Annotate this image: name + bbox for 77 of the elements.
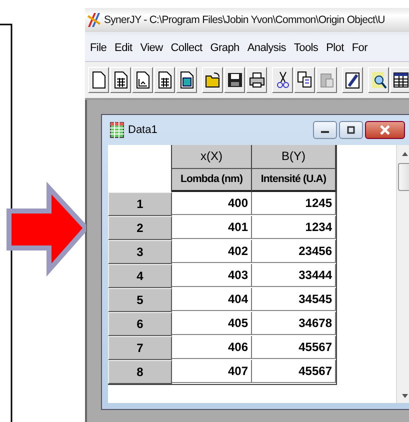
printer-icon bbox=[248, 71, 264, 89]
menu-item[interactable]: Collect bbox=[170, 42, 202, 54]
toolbar-button[interactable] bbox=[294, 67, 315, 93]
toolbar-button[interactable] bbox=[368, 67, 389, 93]
menu-item[interactable]: Edit bbox=[114, 42, 132, 54]
row-header[interactable]: 2 bbox=[108, 216, 172, 240]
table-icon bbox=[392, 71, 408, 89]
page-icon bbox=[90, 71, 106, 89]
menu-item[interactable]: Plot bbox=[326, 42, 344, 54]
scroll-up-icon[interactable] bbox=[401, 151, 409, 157]
menu-item[interactable]: Analysis bbox=[247, 42, 286, 54]
column-label: Intensité (U.A) bbox=[252, 169, 336, 192]
table-cell: 1245 bbox=[252, 192, 336, 215]
row-header[interactable]: 7 bbox=[108, 336, 172, 360]
restore-icon bbox=[346, 125, 356, 135]
toolbar-button[interactable] bbox=[224, 67, 245, 93]
row-header[interactable]: 4 bbox=[108, 264, 172, 288]
toolbar-button[interactable] bbox=[88, 67, 109, 93]
menu-item[interactable]: Graph bbox=[210, 42, 240, 54]
table-cell: 407 bbox=[172, 360, 252, 383]
pen-icon bbox=[344, 71, 360, 89]
close-icon bbox=[379, 125, 391, 135]
toolbar-button[interactable] bbox=[272, 67, 293, 93]
table-cell: 406 bbox=[172, 336, 252, 359]
toolbar-button[interactable] bbox=[110, 67, 131, 93]
toolbar-button[interactable] bbox=[246, 67, 267, 93]
table-cell: 23456 bbox=[252, 240, 336, 263]
app-logo-icon bbox=[87, 12, 101, 28]
grid-page-icon bbox=[112, 71, 128, 89]
toolbar-button[interactable] bbox=[202, 67, 223, 93]
table-cell: 400 bbox=[172, 192, 252, 215]
row-header[interactable]: 3 bbox=[108, 240, 172, 264]
menu-item[interactable]: Tools bbox=[294, 42, 318, 54]
table-cell: 34545 bbox=[252, 288, 336, 311]
window-title: SynerJY - C:\Program Files\Jobin Yvon\Common\Origin Object\U bbox=[104, 14, 385, 26]
column-header[interactable]: x(X) bbox=[172, 145, 252, 169]
menu-item[interactable]: For bbox=[352, 42, 368, 54]
table-cell: 405 bbox=[172, 312, 252, 335]
scissors-icon bbox=[274, 71, 290, 89]
layout-page-icon bbox=[178, 71, 194, 89]
row-header[interactable]: 8 bbox=[108, 360, 172, 384]
close-button[interactable] bbox=[365, 121, 405, 139]
menu-item[interactable]: File bbox=[90, 42, 107, 54]
minimize-button[interactable] bbox=[313, 121, 337, 139]
table-cell: 404 bbox=[172, 288, 252, 311]
table-cell: 401 bbox=[172, 216, 252, 239]
row-header[interactable]: 6 bbox=[108, 312, 172, 336]
toolbar-button[interactable] bbox=[390, 67, 409, 93]
copy-icon bbox=[296, 71, 312, 89]
toolbar-button[interactable] bbox=[342, 67, 363, 93]
toolbar-button[interactable] bbox=[154, 67, 175, 93]
table-cell: 403 bbox=[172, 264, 252, 287]
table-cell: 34678 bbox=[252, 312, 336, 335]
clipboard-icon bbox=[318, 71, 334, 89]
table-cell: 33444 bbox=[252, 264, 336, 287]
scroll-down-icon[interactable] bbox=[401, 393, 409, 399]
worksheet-icon bbox=[110, 122, 124, 138]
row-header[interactable]: 5 bbox=[108, 288, 172, 312]
table-cell: 45567 bbox=[252, 360, 336, 383]
toolbar-button[interactable] bbox=[132, 67, 153, 93]
folder-icon bbox=[204, 71, 220, 89]
row-header[interactable]: 1 bbox=[108, 192, 172, 216]
grid-page-icon bbox=[156, 71, 172, 89]
chart-page-icon bbox=[134, 71, 150, 89]
column-header[interactable]: B(Y) bbox=[252, 145, 336, 169]
table-cell: 402 bbox=[172, 240, 252, 263]
menu-item[interactable]: View bbox=[140, 42, 163, 54]
magnifier-icon bbox=[370, 71, 386, 89]
arrow-icon bbox=[6, 182, 86, 277]
table-cell: 45567 bbox=[252, 336, 336, 359]
toolbar-button[interactable] bbox=[176, 67, 197, 93]
scroll-thumb[interactable] bbox=[398, 163, 409, 191]
column-label: Lombda (nm) bbox=[172, 169, 252, 192]
save-icon bbox=[226, 71, 242, 89]
restore-button[interactable] bbox=[339, 121, 363, 139]
worksheet-title: Data1 bbox=[128, 124, 158, 136]
table-cell: 1234 bbox=[252, 216, 336, 239]
